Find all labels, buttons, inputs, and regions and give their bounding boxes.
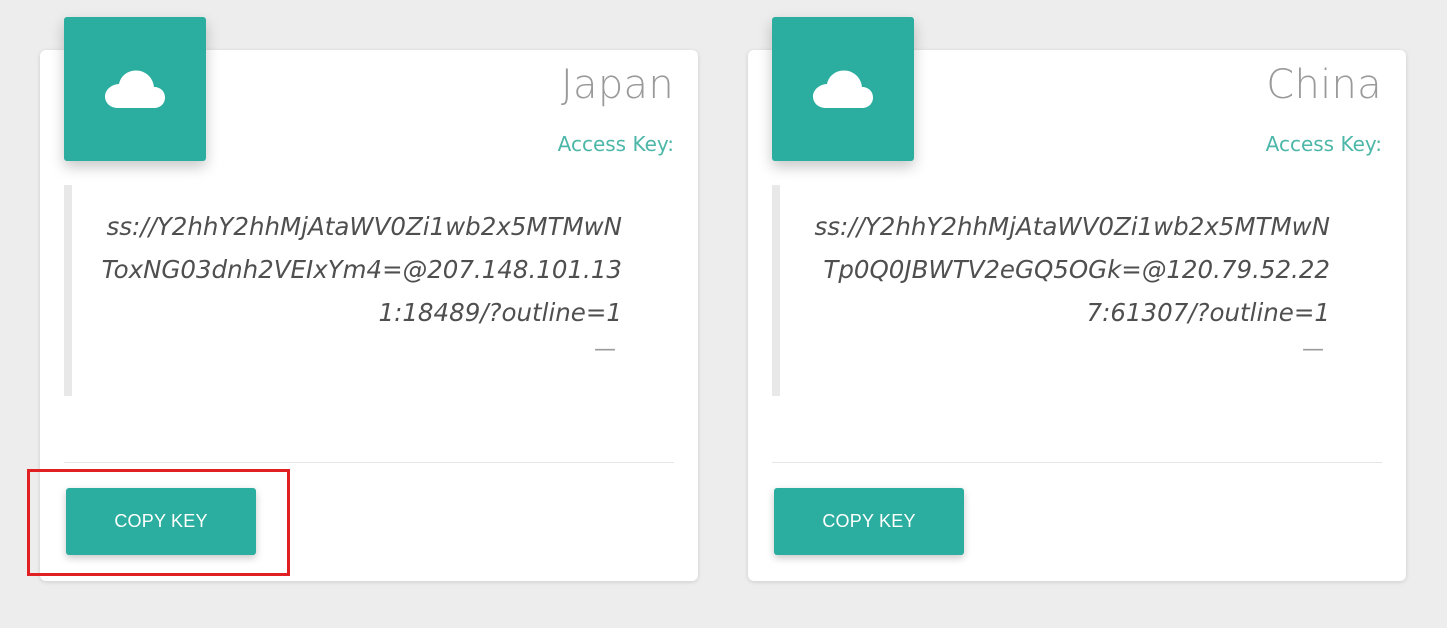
- access-key-value: ss://Y2hhY2hhMjAtaWV0Zi1wb2x5MTMwNTp0Q0J…: [814, 212, 1330, 327]
- country-title: China: [1266, 62, 1382, 108]
- access-key-label: Access Key:: [1265, 132, 1382, 156]
- country-title: Japan: [560, 62, 674, 108]
- access-key-label: Access Key:: [557, 132, 674, 156]
- quote-dash: —: [1302, 337, 1324, 362]
- server-card-china: China Access Key: ss://Y2hhY2hhMjAtaWV0Z…: [748, 17, 1406, 581]
- copy-key-button[interactable]: COPY KEY: [774, 488, 964, 555]
- cloud-icon: [105, 70, 165, 108]
- cloud-icon-tile: [64, 17, 206, 161]
- access-key-blockquote: ss://Y2hhY2hhMjAtaWV0Zi1wb2x5MTMwNToxNG0…: [64, 185, 650, 396]
- cloud-icon-tile: [772, 17, 914, 161]
- access-key-value: ss://Y2hhY2hhMjAtaWV0Zi1wb2x5MTMwNToxNG0…: [101, 212, 622, 327]
- copy-key-button[interactable]: COPY KEY: [66, 488, 256, 555]
- server-card-japan: Japan Access Key: ss://Y2hhY2hhMjAtaWV0Z…: [40, 17, 698, 581]
- card-divider: [772, 462, 1382, 463]
- card-divider: [64, 462, 674, 463]
- access-key-blockquote: ss://Y2hhY2hhMjAtaWV0Zi1wb2x5MTMwNTp0Q0J…: [772, 185, 1358, 396]
- cloud-icon: [813, 70, 873, 108]
- quote-dash: —: [594, 337, 616, 362]
